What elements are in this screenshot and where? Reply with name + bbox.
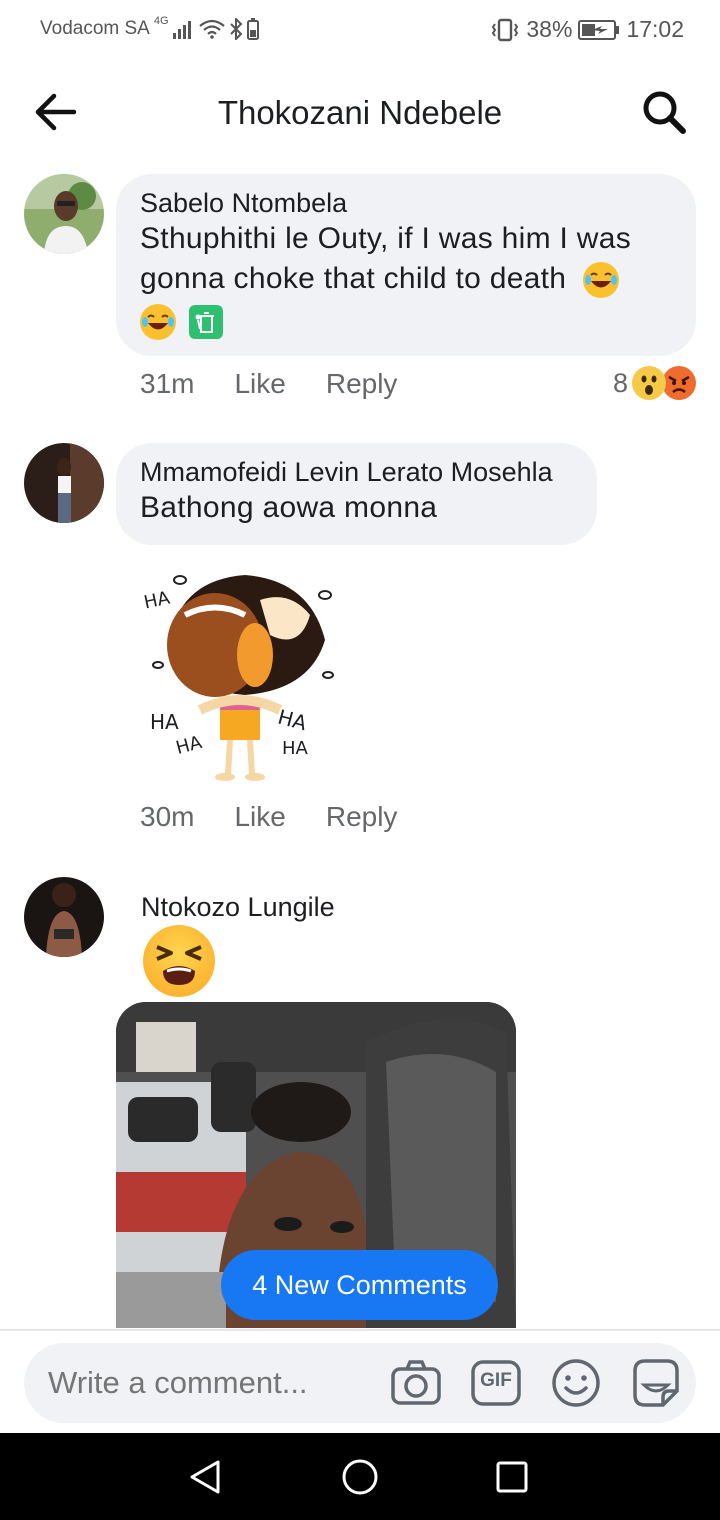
battery-charging-icon [578, 19, 620, 40]
status-right: 38% 17:02 [490, 16, 684, 43]
page-title: Thokozani Ndebele [217, 94, 503, 131]
sticker-button[interactable] [630, 1357, 682, 1409]
comment-emoji-row [140, 301, 672, 341]
clock: 17:02 [626, 16, 684, 42]
laughing-tears-emoji-icon [140, 304, 176, 341]
new-comments-button[interactable]: 4 New Comments [221, 1250, 498, 1320]
triangle-back-icon [190, 1460, 220, 1494]
comment-bubble[interactable]: Sabelo Ntombela Sthuphithi le Outy, if I… [116, 174, 696, 356]
comment-text-line: gonna choke that child to death [140, 262, 567, 295]
nav-back-button[interactable] [186, 1457, 226, 1497]
like-button[interactable]: Like [234, 801, 285, 833]
avatar[interactable] [24, 174, 104, 254]
laughing-sticker[interactable]: HA HA HA HA HA [140, 560, 350, 785]
network-label: 4G [153, 15, 169, 27]
comment-meta: 30m Like Reply [140, 801, 397, 833]
like-button[interactable]: Like [234, 368, 285, 400]
sticker-ha-text: HA [150, 710, 179, 734]
comment-author[interactable]: Mmamofeidi Levin Lerato Mosehla [140, 457, 573, 488]
comment-time[interactable]: 31m [140, 368, 194, 400]
battery-percent: 38% [526, 16, 573, 42]
bluetooth-icon [229, 18, 242, 40]
reaction-count: 8 [612, 367, 628, 398]
comment-composer: GIF [0, 1329, 720, 1433]
comment-text: gonna choke that child to death [140, 259, 672, 299]
comment-time[interactable]: 30m [140, 801, 194, 833]
status-left: Vodacom SA 4G [40, 15, 259, 40]
sticker-ha-text: HA [282, 738, 308, 759]
angry-reaction-icon [662, 366, 696, 400]
reply-button[interactable]: Reply [326, 801, 398, 833]
avatar[interactable] [24, 877, 104, 957]
smiley-icon [552, 1359, 600, 1407]
status-bar: Vodacom SA 4G 38% 17:02 [0, 0, 720, 62]
wifi-icon [198, 19, 225, 39]
comment-text: Sthuphithi le Outy, if I was him I was [140, 222, 632, 255]
reply-button[interactable]: Reply [326, 368, 398, 400]
search-button[interactable] [640, 88, 688, 136]
wow-reaction-icon [632, 366, 666, 400]
emoji-button[interactable] [550, 1357, 602, 1409]
carrier-label: Vodacom SA [40, 18, 150, 39]
nav-home-button[interactable] [340, 1457, 380, 1497]
vibrate-icon [492, 18, 519, 41]
gif-label: GIF [480, 1370, 512, 1391]
circle-home-icon [342, 1459, 378, 1495]
signal-icon [172, 21, 191, 39]
nav-recents-button[interactable] [492, 1457, 532, 1497]
comment-input[interactable] [48, 1365, 348, 1401]
comment-bubble[interactable]: Mmamofeidi Levin Lerato Mosehla Bathong … [116, 443, 597, 545]
comment-author[interactable]: Sabelo Ntombela [140, 188, 672, 219]
system-nav-bar [0, 1433, 720, 1520]
header: Thokozani Ndebele [0, 62, 720, 162]
avatar[interactable] [24, 443, 104, 523]
laughing-tears-emoji-icon [582, 262, 619, 299]
camera-button[interactable] [390, 1357, 442, 1409]
composer-bar: GIF [24, 1343, 696, 1423]
reaction-summary[interactable]: 8 [613, 366, 696, 400]
gif-button[interactable]: GIF [470, 1357, 522, 1409]
camera-icon [391, 1360, 441, 1405]
small-battery-icon [246, 18, 259, 40]
comment-text: Bathong aowa monna [140, 491, 438, 524]
tired-face-emoji-icon [143, 925, 215, 997]
comment-author[interactable]: Ntokozo Lungile [141, 892, 335, 923]
trash-emoji-icon [188, 305, 223, 340]
sticker-icon [633, 1359, 679, 1407]
comment-meta: 31m Like Reply [140, 368, 397, 400]
search-icon [643, 91, 686, 134]
square-recents-icon [496, 1461, 528, 1493]
